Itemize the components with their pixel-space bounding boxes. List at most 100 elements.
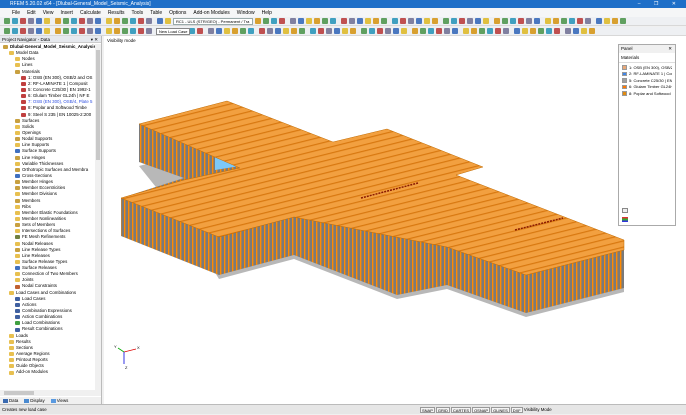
toolbar-button-icon[interactable] (467, 18, 473, 24)
toolbar-button-icon[interactable] (106, 18, 112, 24)
toolbar-button-icon[interactable] (122, 18, 128, 24)
model-render[interactable]: X Y Z (104, 36, 686, 404)
toolbar-button-icon[interactable] (561, 18, 567, 24)
menu-edit[interactable]: Edit (27, 10, 36, 16)
toolbar-button-icon[interactable] (263, 18, 269, 24)
toolbar-button-icon[interactable] (255, 18, 261, 24)
menu-add-on-modules[interactable]: Add-on Modules (193, 10, 229, 16)
load-case-combo[interactable]: RC1 - ULS (STR/GEO) - Permanent / Tra (173, 17, 253, 25)
menu-options[interactable]: Options (169, 10, 186, 16)
toolbar-button-icon[interactable] (224, 28, 230, 34)
menu-table[interactable]: Table (150, 10, 162, 16)
toolbar-button-icon[interactable] (36, 28, 42, 34)
menu-calculate[interactable]: Calculate (80, 10, 101, 16)
toolbar-button-icon[interactable] (341, 18, 347, 24)
toolbar-button-icon[interactable] (216, 28, 222, 34)
toolbar-button-icon[interactable] (114, 18, 120, 24)
menu-insert[interactable]: Insert (60, 10, 73, 16)
toolbar-button-icon[interactable] (573, 28, 579, 34)
toolbar-button-icon[interactable] (95, 18, 101, 24)
toolbar-button-icon[interactable] (471, 28, 477, 34)
toolbar-button-icon[interactable] (432, 18, 438, 24)
toolbar-button-icon[interactable] (20, 18, 26, 24)
panel-settings-button[interactable] (622, 208, 628, 213)
toolbar-button-icon[interactable] (310, 28, 316, 34)
toolbar-button-icon[interactable] (444, 28, 450, 34)
tab-data[interactable]: Data (3, 398, 18, 403)
toolbar-button-icon[interactable] (138, 28, 144, 34)
glines-toggle[interactable]: GLINES (491, 407, 510, 413)
toolbar-button-icon[interactable] (545, 18, 551, 24)
toolbar-button-icon[interactable] (385, 28, 391, 34)
toolbar-button-icon[interactable] (538, 28, 544, 34)
toolbar-button-icon[interactable] (28, 28, 34, 34)
toolbar-button-icon[interactable] (428, 28, 434, 34)
scroll-thumb[interactable] (4, 391, 34, 395)
toolbar-button-icon[interactable] (322, 18, 328, 24)
toolbar-button-icon[interactable] (503, 28, 509, 34)
toolbar-button-icon[interactable] (71, 28, 77, 34)
toolbar-button-icon[interactable] (443, 18, 449, 24)
toolbar-button-icon[interactable] (267, 28, 273, 34)
toolbar-button-icon[interactable] (259, 28, 265, 34)
3d-viewport[interactable]: Visibility mode X Y Z (104, 36, 686, 404)
scroll-thumb[interactable] (96, 50, 100, 160)
toolbar-button-icon[interactable] (534, 18, 540, 24)
toolbar-button-icon[interactable] (240, 28, 246, 34)
toolbar-button-icon[interactable] (95, 28, 101, 34)
toolbar-button-icon[interactable] (554, 28, 560, 34)
toolbar-button-icon[interactable] (63, 18, 69, 24)
toolbar-button-icon[interactable] (122, 28, 128, 34)
dxf-toggle[interactable]: DXF (510, 407, 523, 413)
toolbar-button-icon[interactable] (479, 28, 485, 34)
toolbar-button-icon[interactable] (400, 18, 406, 24)
toolbar-button-icon[interactable] (208, 28, 214, 34)
snap-toggle[interactable]: SNAP (420, 407, 435, 413)
toolbar-button-icon[interactable] (232, 28, 238, 34)
toolbar-button-icon[interactable] (569, 18, 575, 24)
toolbar-button-icon[interactable] (451, 18, 457, 24)
toolbar-button-icon[interactable] (306, 18, 312, 24)
osnap-toggle[interactable]: OSNAP (472, 407, 491, 413)
toolbar-button-icon[interactable] (79, 18, 85, 24)
toolbar-button-icon[interactable] (291, 28, 297, 34)
menu-window[interactable]: Window (237, 10, 255, 16)
tab-display[interactable]: Display (24, 398, 45, 403)
color-scale-icon[interactable] (622, 217, 628, 222)
toolbar-button-icon[interactable] (522, 28, 528, 34)
toolbar-button-icon[interactable] (546, 28, 552, 34)
toolbar-button-icon[interactable] (416, 18, 422, 24)
toolbar-button-icon[interactable] (87, 28, 93, 34)
menu-help[interactable]: Help (262, 10, 272, 16)
toolbar-button-icon[interactable] (487, 28, 493, 34)
toolbar-button-icon[interactable] (44, 28, 50, 34)
toolbar-button-icon[interactable] (44, 18, 50, 24)
toolbar-button-icon[interactable] (130, 18, 136, 24)
toolbar-button-icon[interactable] (361, 28, 367, 34)
toolbar-button-icon[interactable] (393, 28, 399, 34)
toolbar-button-icon[interactable] (604, 18, 610, 24)
navigator-vertical-scrollbar[interactable] (95, 44, 101, 390)
menu-view[interactable]: View (43, 10, 54, 16)
toolbar-button-icon[interactable] (342, 28, 348, 34)
toolbar-button-icon[interactable] (401, 28, 407, 34)
toolbar-button-icon[interactable] (514, 28, 520, 34)
grid-toggle[interactable]: GRID (435, 407, 450, 413)
toolbar-button-icon[interactable] (350, 28, 356, 34)
toolbar-button-icon[interactable] (483, 18, 489, 24)
toolbar-button-icon[interactable] (299, 28, 305, 34)
toolbar-button-icon[interactable] (79, 28, 85, 34)
toolbar-button-icon[interactable] (392, 18, 398, 24)
toolbar-button-icon[interactable] (87, 18, 93, 24)
toolbar-button-icon[interactable] (412, 28, 418, 34)
menu-file[interactable]: File (12, 10, 20, 16)
toolbar-button-icon[interactable] (589, 28, 595, 34)
toolbar-button-icon[interactable] (436, 28, 442, 34)
toolbar-button-icon[interactable] (408, 18, 414, 24)
menu-tools[interactable]: Tools (132, 10, 144, 16)
toolbar-button-icon[interactable] (495, 28, 501, 34)
toolbar-button-icon[interactable] (357, 18, 363, 24)
toolbar-button-icon[interactable] (620, 18, 626, 24)
toolbar-button-icon[interactable] (290, 18, 296, 24)
toolbar-button-icon[interactable] (71, 18, 77, 24)
